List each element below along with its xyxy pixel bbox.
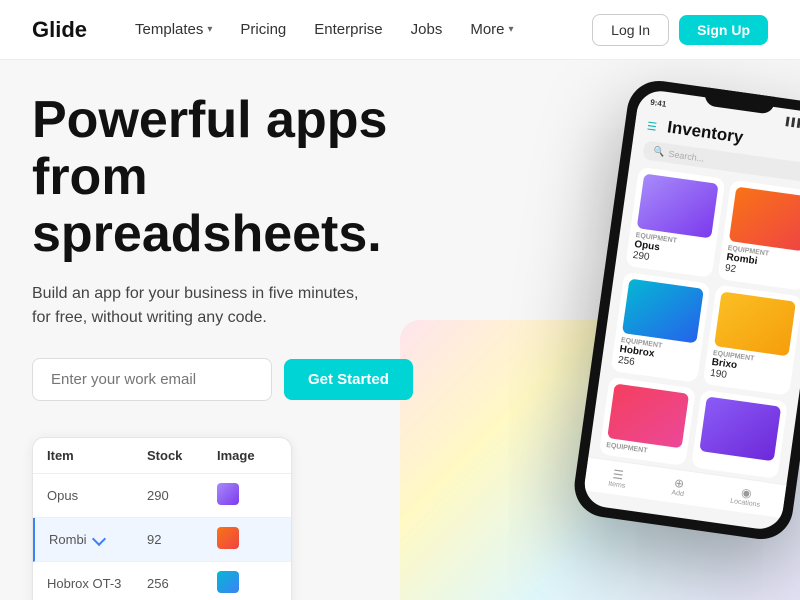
phone-card-hobrox[interactable]: Equipment Hobrox 256 [611,272,711,383]
rombi-name: Rombi [49,532,147,547]
hero-left: Powerful apps from spreadsheets. Build a… [32,92,512,600]
table-header: Item Stock Image [33,438,291,474]
phone-mockup: 9:41 ▐▐▐ ◉ ▮▮▮ ☰ Inventory Edit 🔍 Search… [600,90,800,530]
table-preview: Item Stock Image Opus 290 Rombi 92 Hobro… [32,437,292,600]
phone-card-image-opus [637,174,719,239]
nav-enterprise[interactable]: Enterprise [314,21,382,38]
phone-screen: 9:41 ▐▐▐ ◉ ▮▮▮ ☰ Inventory Edit 🔍 Search… [582,88,800,532]
phone-card-image-rombi [729,186,800,251]
phone-card-image-hobrox [622,279,704,344]
email-input[interactable] [32,358,272,401]
phone-nav-add[interactable]: ⊕ Add [671,476,686,499]
nav-more[interactable]: More ▾ [470,21,513,38]
hero-title: Powerful apps from spreadsheets. [32,92,512,264]
logo[interactable]: Glide [32,17,87,43]
cursor-icon [92,531,106,545]
table-row: Hobrox OT-3 256 [33,562,291,600]
phone-card-image-brixo [714,291,796,356]
login-button[interactable]: Log In [592,14,669,46]
chevron-down-icon: ▾ [207,24,212,35]
nav-jobs[interactable]: Jobs [411,21,443,38]
phone-card-rombi[interactable]: Equipment Rombi 92 [717,180,800,291]
hero-cta: Get Started [32,358,512,401]
phone-card-opus[interactable]: Equipment Opus 290 [625,167,725,278]
phone-card-image-opter [607,383,689,448]
phone-nav-locations[interactable]: ◉ Locations [730,484,763,509]
menu-icon: ☰ [646,120,657,133]
nav-templates[interactable]: Templates ▾ [135,21,212,38]
phone-card-extra[interactable] [691,390,788,479]
hero-section: Powerful apps from spreadsheets. Build a… [0,60,800,600]
hero-subtitle: Build an app for your business in five m… [32,282,372,330]
navbar: Glide Templates ▾ Pricing Enterprise Job… [0,0,800,60]
table-row-rombi[interactable]: Rombi 92 [33,518,291,562]
nav-actions: Log In Sign Up [592,14,768,46]
phone-grid: Equipment Opus 290 Equipment Rombi 92 [589,165,800,480]
phone-app-title: Inventory [666,117,744,146]
table-row: Opus 290 [33,474,291,518]
cell-image-rombi [217,527,239,549]
chevron-down-icon-more: ▾ [509,24,514,35]
search-icon: 🔍 [653,146,666,158]
nav-links: Templates ▾ Pricing Enterprise Jobs More… [135,21,592,38]
cell-image-hobrox [217,571,239,593]
phone-nav-items[interactable]: ☰ Items [608,467,628,490]
phone-body: 9:41 ▐▐▐ ◉ ▮▮▮ ☰ Inventory Edit 🔍 Search… [570,77,800,543]
signup-button[interactable]: Sign Up [679,15,768,45]
nav-pricing[interactable]: Pricing [240,21,286,38]
phone-card-image-extra [699,396,781,461]
get-started-button[interactable]: Get Started [284,359,413,400]
phone-card-opter[interactable]: Equipment [599,377,696,466]
cell-image-opus [217,483,239,505]
phone-card-brixo[interactable]: Equipment Brixo 190 [703,285,800,396]
